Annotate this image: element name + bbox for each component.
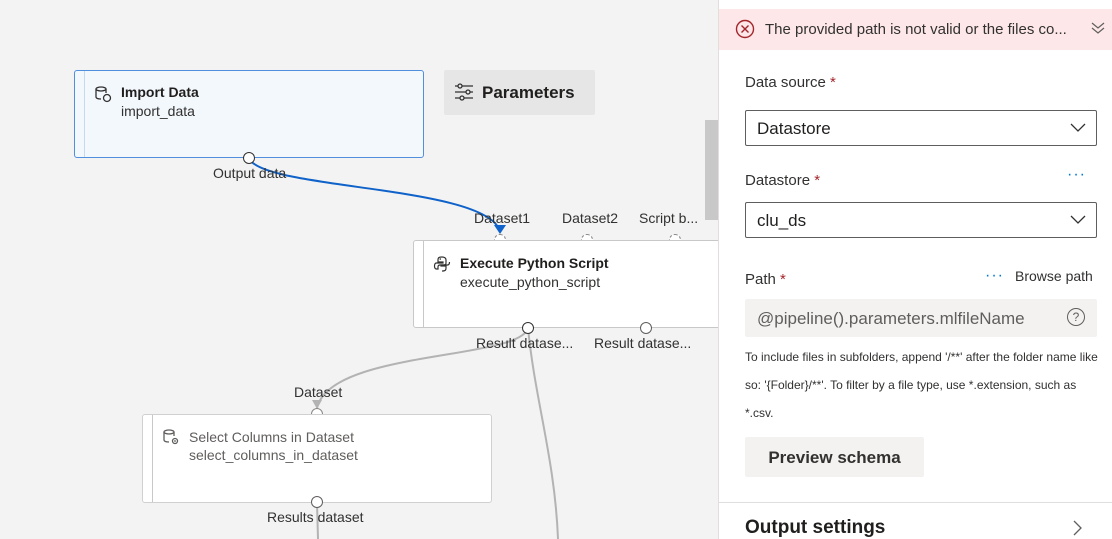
pipeline-canvas[interactable]: Import Data import_data Output data Para… (0, 0, 718, 539)
error-banner: The provided path is not valid or the fi… (719, 9, 1112, 50)
port-label-result-dataset-2: Result datase... (594, 335, 692, 351)
wire-arrowhead (494, 225, 506, 234)
port-label-result-dataset-1: Result datase... (476, 335, 574, 351)
chevron-right-icon[interactable] (1072, 520, 1082, 536)
port-label-script-bundle: Script b... (639, 210, 699, 226)
parameters-button[interactable]: Parameters (444, 70, 595, 115)
node-subtitle: import_data (121, 103, 195, 119)
node-bar (84, 71, 85, 157)
error-message: The provided path is not valid or the fi… (765, 21, 1067, 38)
node-bar (152, 415, 153, 502)
datastore-dropdown[interactable]: clu_ds (745, 202, 1097, 238)
exec-output-port-2[interactable] (640, 322, 652, 334)
execute-python-script-node[interactable]: Execute Python Script execute_python_scr… (413, 240, 718, 328)
path-input[interactable]: @pipeline().parameters.mlfileName ? (745, 299, 1097, 337)
double-chevron-down-icon[interactable] (1091, 21, 1105, 35)
preview-schema-label: Preview schema (768, 448, 901, 467)
path-label: Path * (745, 271, 786, 288)
port-label-output-data: Output data (213, 165, 287, 181)
chevron-down-icon (1070, 123, 1086, 132)
node-bar (423, 241, 424, 327)
browse-path-link[interactable]: Browse path (1015, 268, 1093, 284)
datastore-label: Datastore * (745, 172, 821, 189)
browse-path-more-icon[interactable]: ··· (985, 267, 1004, 285)
datastore-value: clu_ds (757, 211, 807, 230)
wire-exec-down (527, 327, 559, 539)
port-label-dataset1: Dataset1 (474, 210, 531, 226)
datastore-more-button[interactable]: ··· (1067, 166, 1086, 184)
port-label-dataset2: Dataset2 (562, 210, 619, 226)
help-icon[interactable]: ? (1067, 308, 1085, 326)
error-icon (735, 19, 755, 39)
parameters-label: Parameters (482, 83, 575, 102)
import-data-node[interactable]: Import Data import_data (74, 70, 424, 158)
chevron-down-icon (1070, 215, 1086, 224)
node-subtitle: execute_python_script (460, 274, 601, 290)
node-title: Execute Python Script (460, 255, 609, 271)
port-label-dataset: Dataset (294, 384, 343, 400)
node-title: Select Columns in Dataset (189, 429, 354, 445)
properties-panel: The provided path is not valid or the fi… (718, 0, 1112, 539)
select-columns-node[interactable]: Select Columns in Dataset select_columns… (142, 414, 492, 503)
node-subtitle: select_columns_in_dataset (189, 447, 358, 463)
data-source-label: Data source * (745, 74, 836, 91)
select-output-port[interactable] (311, 496, 323, 508)
database-settings-icon (163, 429, 179, 445)
exec-output-port-1[interactable] (522, 322, 534, 334)
path-value: @pipeline().parameters.mlfileName (757, 309, 1025, 328)
path-hint-text: To include files in subfolders, append '… (745, 350, 1098, 420)
port-label-results-dataset: Results dataset (267, 509, 364, 525)
data-source-dropdown[interactable]: Datastore (745, 110, 1097, 146)
node-title: Import Data (121, 84, 199, 100)
output-settings-header[interactable]: Output settings (745, 517, 885, 539)
import-output-port[interactable] (243, 152, 255, 164)
wire-import-to-exec (248, 157, 501, 233)
section-divider (719, 502, 1112, 503)
sliders-icon (455, 83, 473, 101)
canvas-scrollbar[interactable] (705, 120, 718, 220)
data-source-value: Datastore (757, 119, 831, 138)
database-import-icon (95, 86, 112, 103)
python-icon (433, 256, 451, 272)
preview-schema-button[interactable]: Preview schema (745, 437, 924, 477)
